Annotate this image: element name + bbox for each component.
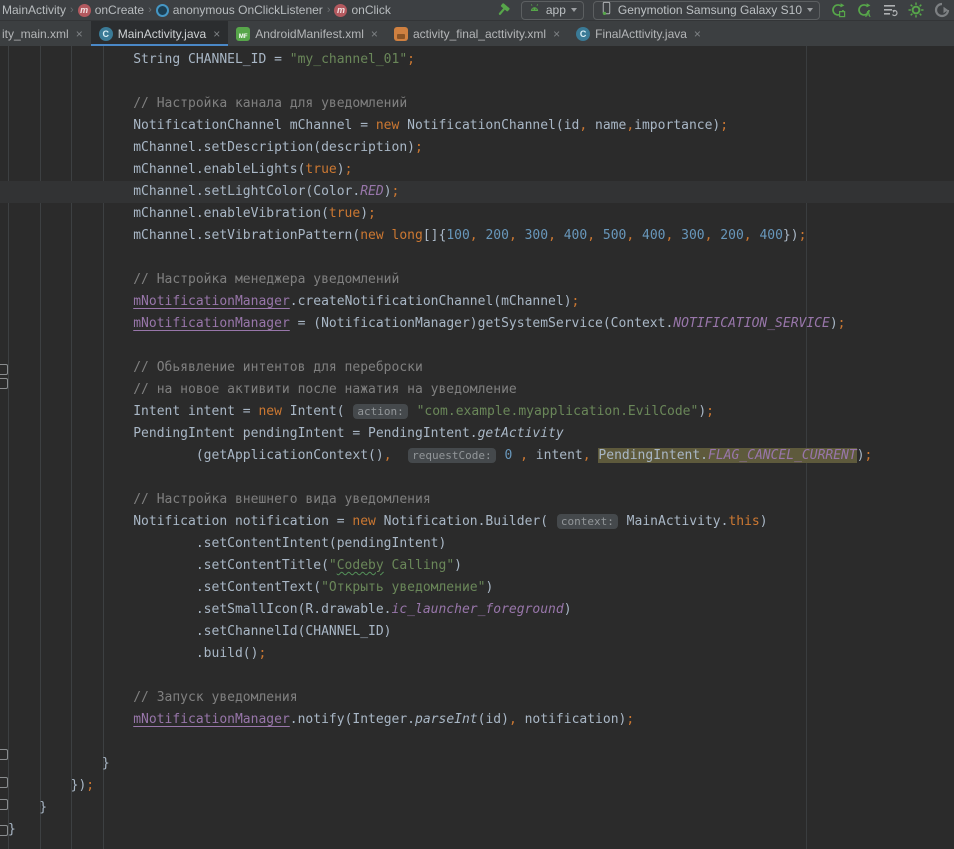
breadcrumb-item-anonymous-listener[interactable]: anonymous OnClickListener [156, 3, 323, 17]
code-line[interactable] [8, 467, 954, 489]
code-line[interactable]: // Настройка менеджера уведомлений [8, 269, 954, 291]
breadcrumb-label: onClick [351, 3, 390, 17]
close-icon[interactable]: × [76, 28, 83, 40]
anonymous-class-icon [156, 4, 169, 17]
tab-label: FinalActtivity.java [595, 27, 687, 41]
code-line[interactable] [8, 247, 954, 269]
code-editor[interactable]: String CHANNEL_ID = "my_channel_01"; // … [0, 46, 954, 849]
tab-finalacttivity-java[interactable]: C FinalActtivity.java × [568, 21, 709, 46]
tab-label: MainActivity.java [118, 27, 206, 41]
fold-marker[interactable] [0, 777, 8, 788]
gear-icon[interactable] [907, 2, 924, 19]
code-line[interactable]: .setContentTitle("Codeby Calling") [8, 555, 954, 577]
code-line[interactable]: mChannel.setLightColor(Color.RED); [0, 181, 954, 203]
device-selector-label: Genymotion Samsung Galaxy S10 [618, 3, 802, 17]
code-line[interactable]: mNotificationManager.createNotificationC… [8, 291, 954, 313]
code-line[interactable]: Intent intent = new Intent( action: "com… [8, 401, 954, 423]
editor-tab-bar: ity_main.xml × C MainActivity.java × MF … [0, 21, 954, 46]
code-line[interactable]: // Настройка канала для уведомлений [8, 93, 954, 115]
code-line[interactable]: } [8, 819, 954, 841]
breadcrumb-separator: › [70, 4, 74, 16]
code-line[interactable]: } [8, 797, 954, 819]
code-line[interactable]: NotificationChannel mChannel = new Notif… [8, 115, 954, 137]
code-line[interactable]: mNotificationManager.notify(Integer.pars… [8, 709, 954, 731]
code-line[interactable]: .build(); [8, 643, 954, 665]
java-class-icon: C [99, 27, 113, 41]
code-line[interactable]: // Обьявление интентов для переброски [8, 357, 954, 379]
code-line[interactable]: .setContentIntent(pendingIntent) [8, 533, 954, 555]
code-line[interactable]: .setChannelId(CHANNEL_ID) [8, 621, 954, 643]
chevron-down-icon [571, 8, 577, 12]
tab-activity-main-xml[interactable]: ity_main.xml × [0, 21, 91, 46]
method-icon: m [78, 4, 91, 17]
breadcrumb-label: anonymous OnClickListener [173, 3, 323, 17]
apply-code-changes-icon[interactable]: A [855, 2, 872, 19]
main-toolbar: MainActivity › m onCreate › anonymous On… [0, 0, 954, 21]
profile-icon[interactable] [933, 2, 950, 19]
tab-mainactivity-java[interactable]: C MainActivity.java × [91, 21, 229, 46]
tab-androidmanifest-xml[interactable]: MF AndroidManifest.xml × [228, 21, 386, 46]
code-line[interactable]: // на новое активити после нажатия на ув… [8, 379, 954, 401]
code-line[interactable]: // Настройка внешнего вида уведомления [8, 489, 954, 511]
breadcrumb-item-oncreate[interactable]: m onCreate [78, 3, 144, 17]
tab-activity-final-acttivity-xml[interactable]: activity_final_acttivity.xml × [386, 21, 568, 46]
code-line[interactable]: mNotificationManager = (NotificationMana… [8, 313, 954, 335]
module-selector-label: app [546, 3, 566, 17]
layout-xml-file-icon [394, 27, 408, 41]
code-line[interactable]: String CHANNEL_ID = "my_channel_01"; [8, 49, 954, 71]
code-line[interactable]: mChannel.enableVibration(true); [8, 203, 954, 225]
java-class-icon: C [576, 27, 590, 41]
breadcrumb: MainActivity › m onCreate › anonymous On… [2, 3, 391, 17]
close-icon[interactable]: × [213, 28, 220, 40]
close-icon[interactable]: × [553, 28, 560, 40]
breadcrumb-label: onCreate [95, 3, 144, 17]
code-line[interactable] [8, 731, 954, 753]
code-line[interactable]: mChannel.enableLights(true); [8, 159, 954, 181]
breadcrumb-label: MainActivity [2, 3, 66, 17]
chevron-down-icon [807, 8, 813, 12]
close-icon[interactable]: × [371, 28, 378, 40]
code-line[interactable] [8, 335, 954, 357]
code-lines[interactable]: String CHANNEL_ID = "my_channel_01"; // … [0, 46, 954, 841]
code-line[interactable]: // Запуск уведомления [8, 687, 954, 709]
code-line[interactable]: .setContentText("Открыть уведомление") [8, 577, 954, 599]
android-icon [528, 2, 541, 18]
code-line[interactable]: mChannel.setDescription(description); [8, 137, 954, 159]
code-line[interactable]: }); [8, 775, 954, 797]
breadcrumb-separator: › [148, 4, 152, 16]
close-icon[interactable]: × [694, 28, 701, 40]
method-icon: m [334, 4, 347, 17]
sync-list-icon[interactable] [881, 2, 898, 19]
code-line[interactable]: Notification notification = new Notifica… [8, 511, 954, 533]
fold-marker[interactable] [0, 378, 8, 389]
breadcrumb-separator: › [327, 4, 331, 16]
apply-changes-icon[interactable] [829, 2, 846, 19]
code-line[interactable]: PendingIntent pendingIntent = PendingInt… [8, 423, 954, 445]
fold-marker[interactable] [0, 799, 8, 810]
code-line[interactable] [8, 665, 954, 687]
code-line[interactable] [8, 71, 954, 93]
manifest-file-icon: MF [236, 27, 250, 41]
code-line[interactable]: .setSmallIcon(R.drawable.ic_launcher_for… [8, 599, 954, 621]
device-selector[interactable]: Genymotion Samsung Galaxy S10 [593, 1, 820, 20]
breadcrumb-item-mainactivity[interactable]: MainActivity [2, 3, 66, 17]
breadcrumb-item-onclick[interactable]: m onClick [334, 3, 390, 17]
fold-marker[interactable] [0, 749, 8, 760]
tab-label: AndroidManifest.xml [255, 27, 364, 41]
phone-icon [600, 1, 613, 19]
code-line[interactable]: } [8, 753, 954, 775]
build-hammer-icon[interactable] [495, 2, 512, 19]
fold-marker[interactable] [0, 825, 8, 836]
svg-text:A: A [865, 10, 871, 18]
fold-marker[interactable] [0, 364, 8, 375]
code-line[interactable]: (getApplicationContext(), requestCode: 0… [8, 445, 954, 467]
module-selector[interactable]: app [521, 1, 584, 20]
tab-label: ity_main.xml [2, 27, 69, 41]
code-line[interactable]: mChannel.setVibrationPattern(new long[]{… [8, 225, 954, 247]
tab-label: activity_final_acttivity.xml [413, 27, 546, 41]
